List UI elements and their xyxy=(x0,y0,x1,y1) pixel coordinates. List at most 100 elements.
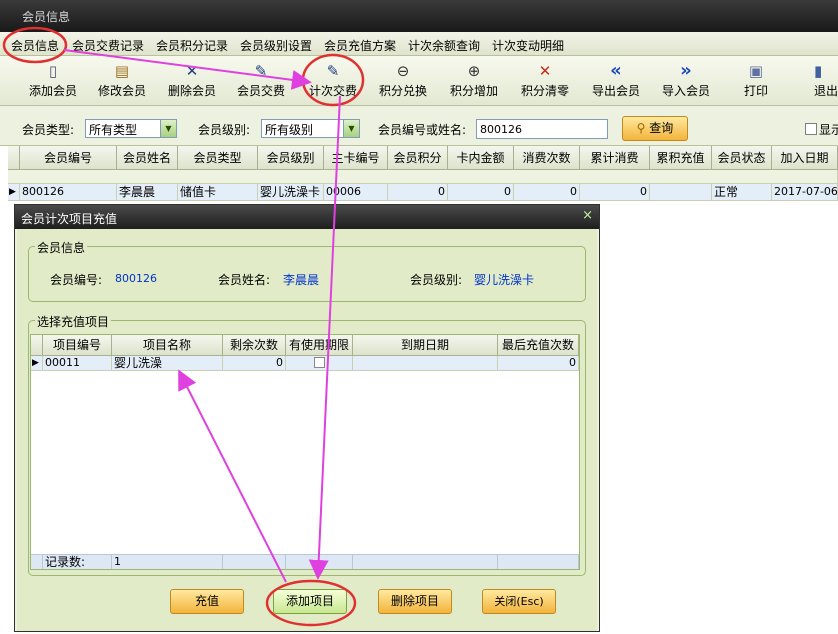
tab-count-changes[interactable]: 计次变动明细 xyxy=(492,37,564,54)
table-cell[interactable]: 800126 xyxy=(20,184,117,201)
exit-icon: ▮ xyxy=(814,62,823,80)
member-name-label: 会员姓名: xyxy=(218,273,271,287)
export-member-button[interactable]: « 导出会员 xyxy=(581,62,651,99)
points-redeem-button[interactable]: ⊖ 积分兑换 xyxy=(368,62,438,99)
table-cell[interactable]: 储值卡 xyxy=(178,184,258,201)
chevron-down-icon[interactable]: ▼ xyxy=(343,120,359,137)
pen-icon: ✎ xyxy=(326,62,340,80)
table-cell[interactable]: 0 xyxy=(388,184,448,201)
items-grid: 项目编号 项目名称 剩余次数 有使用期限 到期日期 最后充值次数 ▶ 00011… xyxy=(30,334,580,570)
filter-row[interactable] xyxy=(8,170,838,184)
member-payment-button[interactable]: ✎ 会员交费 xyxy=(226,62,296,99)
exit-button[interactable]: ▮ 退出 xyxy=(796,62,838,99)
column-header[interactable]: 累积充值 xyxy=(650,146,712,170)
record-count-value: 1 xyxy=(112,554,223,569)
column-header[interactable]: 最后充值次数 xyxy=(498,335,579,356)
zoom-in-icon: ⊕ xyxy=(467,62,481,80)
table-cell[interactable]: 0 xyxy=(580,184,650,201)
member-type-label: 会员类型: xyxy=(22,123,75,137)
table-cell[interactable]: 00011 xyxy=(43,356,112,371)
close-icon[interactable]: × xyxy=(582,208,593,223)
clipboard-icon: ▤ xyxy=(114,62,130,80)
tab-level-settings[interactable]: 会员级别设置 xyxy=(240,37,312,54)
column-header[interactable]: 剩余次数 xyxy=(223,335,286,356)
column-header[interactable]: 会员积分 xyxy=(388,146,448,170)
dialog-title: 会员计次项目充值 xyxy=(15,205,599,229)
recharge-button[interactable]: 充值 xyxy=(170,589,244,614)
member-level-select[interactable]: 所有级别 ▼ xyxy=(261,119,360,138)
tab-count-balance[interactable]: 计次余额查询 xyxy=(408,37,480,54)
table-cell[interactable]: 婴儿洗澡卡 xyxy=(258,184,324,201)
table-cell[interactable] xyxy=(353,356,498,371)
table-cell[interactable]: 2017-07-06 xyxy=(772,184,838,201)
table-cell[interactable] xyxy=(286,356,353,371)
column-header[interactable]: 项目名称 xyxy=(112,335,223,356)
row-indicator-icon: ▶ xyxy=(31,356,43,371)
print-button[interactable]: ▣ 打印 xyxy=(721,62,791,99)
search-icon: ⚲ xyxy=(636,121,646,135)
table-cell[interactable]: 李晨晨 xyxy=(117,184,178,201)
member-name-value: 李晨晨 xyxy=(283,273,320,287)
printer-icon: ▣ xyxy=(748,62,764,80)
show-checkbox[interactable] xyxy=(805,123,817,135)
zoom-out-icon: ⊖ xyxy=(396,62,410,80)
member-type-select[interactable]: 所有类型 ▼ xyxy=(85,119,177,138)
row-indicator-icon: ▶ xyxy=(8,184,20,201)
member-grid: 会员编号 会员姓名 会员类型 会员级别 主卡编号 会员积分 卡内金额 消费次数 … xyxy=(8,146,838,202)
table-cell[interactable]: 正常 xyxy=(712,184,772,201)
column-header[interactable]: 加入日期 xyxy=(772,146,838,170)
delete-icon: ✕ xyxy=(185,62,199,80)
points-clear-button[interactable]: ✕ 积分清零 xyxy=(510,62,580,99)
table-cell[interactable] xyxy=(650,184,712,201)
double-arrow-right-icon: » xyxy=(680,60,692,81)
tab-points-records[interactable]: 会员积分记录 xyxy=(156,37,228,54)
member-level-label: 会员级别: xyxy=(410,273,463,287)
toolbar: ▯ 添加会员 ▤ 修改会员 ✕ 删除会员 ✎ 会员交费 ✎ 计次交费 ⊖ 积分兑… xyxy=(0,56,838,106)
search-input[interactable]: 800126 xyxy=(476,119,608,139)
add-item-button[interactable]: 添加项目 xyxy=(273,589,347,614)
window-title: 会员信息 xyxy=(0,0,838,32)
table-cell[interactable]: 00006 xyxy=(324,184,388,201)
points-add-button[interactable]: ⊕ 积分增加 xyxy=(439,62,509,99)
column-header[interactable]: 会员状态 xyxy=(712,146,772,170)
column-header[interactable]: 会员级别 xyxy=(258,146,324,170)
column-header[interactable]: 主卡编号 xyxy=(324,146,388,170)
column-header[interactable]: 到期日期 xyxy=(353,335,498,356)
column-header[interactable]: 卡内金额 xyxy=(448,146,514,170)
member-level-label: 会员级别: xyxy=(198,123,251,137)
query-button[interactable]: ⚲ 查询 xyxy=(622,116,688,141)
show-label: 显示 xyxy=(819,123,838,137)
pen-icon: ✎ xyxy=(254,62,268,80)
tab-recharge-plans[interactable]: 会员充值方案 xyxy=(324,37,396,54)
table-cell[interactable]: 婴儿洗澡 xyxy=(112,356,223,371)
column-header[interactable]: 会员编号 xyxy=(20,146,117,170)
double-arrow-left-icon: « xyxy=(610,60,622,81)
chevron-down-icon[interactable]: ▼ xyxy=(160,120,176,137)
column-header[interactable]: 有使用期限 xyxy=(286,335,353,356)
column-header[interactable]: 消费次数 xyxy=(514,146,580,170)
member-level-value: 婴儿洗澡卡 xyxy=(474,273,535,287)
table-cell[interactable]: 0 xyxy=(514,184,580,201)
table-cell[interactable]: 0 xyxy=(223,356,286,371)
close-dialog-button[interactable]: 关闭(Esc) xyxy=(482,589,556,614)
edit-member-button[interactable]: ▤ 修改会员 xyxy=(87,62,157,99)
member-no-label: 会员编号: xyxy=(50,273,103,287)
search-label: 会员编号或姓名: xyxy=(378,123,467,137)
delete-item-button[interactable]: 删除项目 xyxy=(378,589,452,614)
delete-member-button[interactable]: ✕ 删除会员 xyxy=(157,62,227,99)
tab-member-info[interactable]: 会员信息 xyxy=(11,37,59,54)
import-member-button[interactable]: » 导入会员 xyxy=(651,62,721,99)
column-header[interactable]: 累计消费 xyxy=(580,146,650,170)
add-member-button[interactable]: ▯ 添加会员 xyxy=(18,62,88,99)
expiry-checkbox[interactable] xyxy=(313,357,325,368)
column-header[interactable]: 会员类型 xyxy=(178,146,258,170)
column-header[interactable]: 会员姓名 xyxy=(117,146,178,170)
clear-icon: ✕ xyxy=(538,62,552,80)
tab-payment-records[interactable]: 会员交费记录 xyxy=(72,37,144,54)
table-cell[interactable]: 0 xyxy=(498,356,579,371)
column-header[interactable]: 项目编号 xyxy=(43,335,112,356)
table-cell[interactable]: 0 xyxy=(448,184,514,201)
tab-bar: 会员信息 会员交费记录 会员积分记录 会员级别设置 会员充值方案 计次余额查询 … xyxy=(0,32,838,56)
member-no-value: 800126 xyxy=(115,272,157,285)
count-payment-button[interactable]: ✎ 计次交费 xyxy=(298,62,368,99)
